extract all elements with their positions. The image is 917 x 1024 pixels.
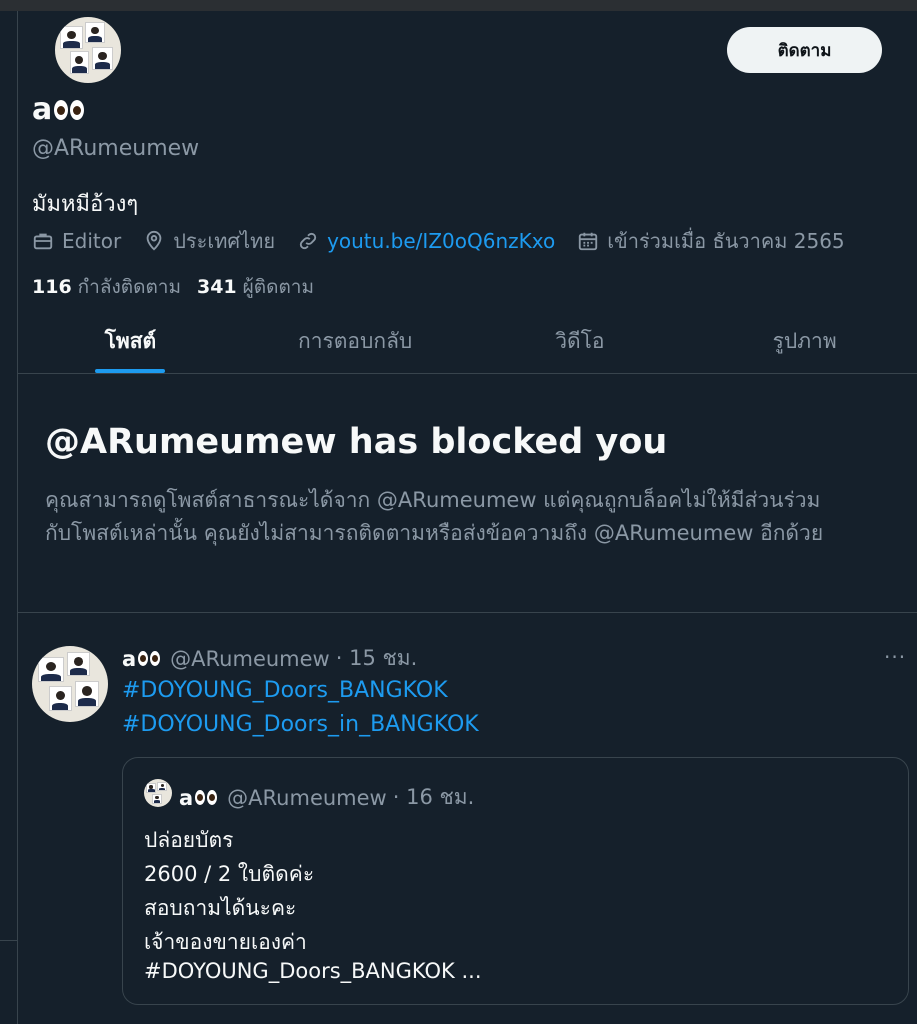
- quoted-author-name-text: a: [179, 785, 194, 810]
- avatar-photo: [38, 656, 64, 683]
- hashtag-link[interactable]: #DOYOUNG_Doors_BANGKOK: [122, 678, 448, 703]
- avatar-photo: [74, 680, 99, 707]
- post-header: a @ARumeumew · 15 ชม.: [122, 642, 417, 675]
- quoted-text-line: #DOYOUNG_Doors_BANGKOK ...: [144, 959, 482, 983]
- avatar-photo: [157, 781, 167, 792]
- tab-posts[interactable]: โพสต์: [18, 318, 243, 373]
- briefcase-icon: [33, 233, 53, 250]
- display-name-text: a: [32, 92, 53, 127]
- left-divider: [0, 940, 17, 941]
- profile-tabs: โพสต์ การตอบกลับ วิดีโอ รูปภาพ: [18, 318, 917, 374]
- tab-photos[interactable]: รูปภาพ: [692, 318, 917, 373]
- profile-handle: @ARumeumew: [32, 136, 200, 161]
- quoted-text-line: 2600 / 2 ใบติดค่ะ: [144, 862, 315, 886]
- profile-website-link[interactable]: youtu.be/IZ0oQ6nzKxo: [327, 229, 555, 253]
- link-icon: [299, 232, 317, 250]
- following-link[interactable]: 116 กำลังติดตาม: [32, 272, 181, 302]
- quoted-post-header: a @ARumeumew · 16 ชม.: [179, 781, 474, 814]
- meta-link: youtu.be/IZ0oQ6nzKxo: [297, 229, 555, 253]
- avatar-photo: [85, 22, 106, 44]
- profile-page: ติดตาม a @ARumeumew มัมหมีอ้วงๆ Editor ป…: [0, 0, 917, 1024]
- avatar-photo: [69, 51, 90, 74]
- blocked-notice-line: คุณสามารถดูโพสต์สาธารณะได้จาก @ARumeumew…: [45, 488, 821, 512]
- blocked-notice-title: @ARumeumew has blocked you: [45, 422, 668, 462]
- hashtag-link[interactable]: #DOYOUNG_Doors_in_BANGKOK: [122, 712, 479, 737]
- post-author-name-text: a: [122, 646, 137, 671]
- eyes-emoji-icon: [195, 790, 219, 805]
- location-pin-icon: [146, 230, 162, 251]
- profile-display-name: a: [32, 92, 86, 127]
- quoted-text-line: ปล่อยบัตร: [144, 828, 234, 852]
- meta-job: Editor: [32, 229, 121, 253]
- blocked-notice-body: คุณสามารถดูโพสต์สาธารณะได้จาก @ARumeumew…: [45, 484, 905, 550]
- left-column-border: [17, 11, 18, 1024]
- quoted-author-avatar: [144, 779, 172, 807]
- followers-count: 341: [196, 276, 237, 298]
- post-author-avatar[interactable]: [32, 646, 108, 722]
- profile-bio: มัมหมีอ้วงๆ: [32, 192, 139, 217]
- meta-job-text: Editor: [62, 229, 122, 253]
- meta-joined-text: เข้าร่วมเมื่อ ธันวาคม 2565: [607, 229, 845, 253]
- avatar-photo: [66, 652, 90, 677]
- window-top-bar: [0, 0, 917, 11]
- meta-joined: เข้าร่วมเมื่อ ธันวาคม 2565: [577, 225, 845, 257]
- tab-replies[interactable]: การตอบกลับ: [243, 318, 468, 373]
- follow-stats: 116 กำลังติดตาม 341 ผู้ติดตาม: [32, 272, 330, 302]
- avatar-photo: [91, 47, 114, 70]
- followers-link[interactable]: 341 ผู้ติดตาม: [197, 272, 314, 302]
- eyes-emoji-icon: [54, 99, 86, 120]
- quoted-timestamp: · 16 ชม.: [392, 785, 475, 809]
- avatar-photo: [151, 793, 162, 804]
- section-divider: [18, 612, 917, 613]
- quoted-text-line: เจ้าของขายเองค่า: [144, 930, 307, 954]
- profile-meta-row: Editor ประเทศไทย youtu.be/IZ0oQ6nzKxo เข…: [32, 225, 867, 257]
- more-options-icon[interactable]: ···: [884, 645, 906, 669]
- post-author-name[interactable]: a: [122, 647, 162, 671]
- meta-location-text: ประเทศไทย: [173, 229, 276, 253]
- followers-label: ผู้ติดตาม: [242, 276, 314, 298]
- quoted-text-line: สอบถามได้นะคะ: [144, 896, 297, 920]
- quoted-author-name: a: [179, 786, 219, 810]
- post-timestamp[interactable]: · 15 ชม.: [336, 642, 418, 675]
- blocked-notice-line: กับโพสต์เหล่านั้น คุณยังไม่สามารถติดตามห…: [45, 521, 824, 545]
- post-author-handle[interactable]: @ARumeumew: [170, 647, 330, 671]
- avatar-photo: [48, 685, 72, 712]
- follow-button[interactable]: ติดตาม: [727, 27, 882, 73]
- quoted-author-handle: @ARumeumew: [227, 785, 387, 810]
- avatar-photo: [146, 782, 157, 793]
- avatar-photo: [60, 26, 83, 49]
- meta-location: ประเทศไทย: [143, 225, 275, 257]
- profile-avatar[interactable]: [53, 15, 123, 85]
- following-count: 116: [32, 276, 72, 298]
- following-label: กำลังติดตาม: [77, 276, 181, 298]
- calendar-icon: [579, 232, 598, 251]
- tab-videos[interactable]: วิดีโอ: [468, 318, 693, 373]
- eyes-emoji-icon: [138, 651, 162, 666]
